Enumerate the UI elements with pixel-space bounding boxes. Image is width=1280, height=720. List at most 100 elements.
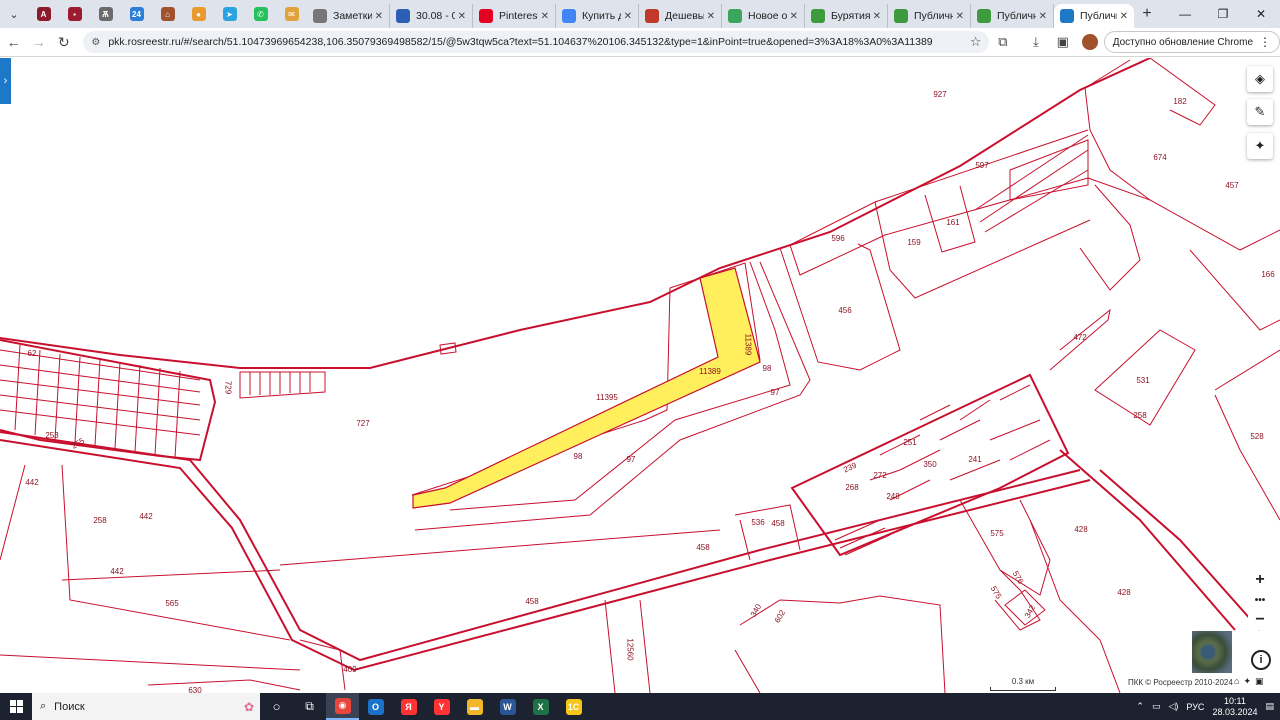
parcel-label: 428 — [1117, 588, 1131, 597]
taskbar-app[interactable]: W — [491, 693, 524, 720]
taskbar-app[interactable]: Я — [392, 693, 425, 720]
taskbar-app[interactable]: X — [524, 693, 557, 720]
taskbar-app[interactable]: ▬ — [458, 693, 491, 720]
cadastral-map[interactable]: 927 182 597 674 457 596 159 161 166 456 11389 11389… — [0, 58, 1280, 693]
close-window-icon[interactable]: ✕ — [1242, 0, 1280, 28]
browser-tab[interactable]: Новое об✕ — [722, 4, 805, 28]
pinned-tab[interactable]: ⌂ — [152, 0, 183, 28]
chrome-update-button[interactable]: Доступно обновление Chrome ⋮ — [1103, 31, 1280, 53]
parcel-label: 575 — [990, 529, 1004, 538]
minimize-icon[interactable]: — — [1166, 0, 1204, 28]
browser-tab[interactable]: Публична✕ — [1054, 4, 1134, 28]
browser-tab[interactable]: Бурятия р✕ — [805, 4, 888, 28]
close-tab-icon[interactable]: ✕ — [873, 11, 881, 22]
pinned-tab[interactable]: ✉ — [276, 0, 307, 28]
tab-strip: ⌄ A▪Ѫ24⌂ ● ➤ ✆ ✉ Заметки и✕30.08 - 06✕Pinter… — [0, 0, 1280, 28]
parcel-label: 11389 — [743, 333, 753, 356]
pinned-tab[interactable]: Ѫ — [90, 0, 121, 28]
browser-tab[interactable]: Pinterest ✕ — [473, 4, 556, 28]
download-icon[interactable]: ⤓ — [1022, 34, 1049, 50]
new-tab-button[interactable]: + — [1134, 5, 1160, 23]
pinned-tab[interactable]: ● — [183, 0, 214, 28]
pinned-tab[interactable]: ✆ — [245, 0, 276, 28]
bookmark-star-icon[interactable]: ☆ — [970, 34, 982, 50]
satellite-minimap[interactable] — [1191, 630, 1233, 674]
parcel-label: 268 — [845, 483, 859, 492]
taskbar-app[interactable]: Y — [425, 693, 458, 720]
task-view-button[interactable]: ⧉ — [293, 693, 326, 720]
layers-button[interactable]: ◈ — [1247, 66, 1273, 92]
close-tab-icon[interactable]: ✕ — [541, 11, 549, 22]
taskbar-app[interactable]: O — [359, 693, 392, 720]
explorer-icon: ▬ — [466, 698, 483, 715]
browser-tab[interactable]: Публична✕ — [971, 4, 1054, 28]
app-icon-orange-circle: ● — [191, 7, 206, 21]
cortana-button[interactable]: ○ — [260, 693, 293, 720]
start-button[interactable] — [0, 693, 32, 720]
panel-toggle-chevron-icon[interactable]: › — [0, 58, 11, 104]
zoom-in-button[interactable]: + — [1248, 570, 1272, 590]
restore-icon[interactable]: ❐ — [1204, 0, 1242, 28]
back-button[interactable]: ← — [2, 30, 25, 54]
parcel-label: 98 — [762, 364, 772, 373]
pinterest-icon — [479, 9, 493, 23]
telegram-icon: ➤ — [222, 7, 237, 21]
clock-date: 28.03.2024 — [1212, 706, 1258, 717]
browser-tab[interactable]: Купить до✕ — [556, 4, 639, 28]
locate-button[interactable]: ✦ — [1247, 133, 1273, 159]
site-info-icon[interactable]: ⚙ — [91, 37, 100, 48]
parcel-label: 458 — [771, 519, 785, 528]
volume-icon[interactable]: ◁) — [1168, 701, 1178, 712]
pin-icon[interactable]: ✦ — [1243, 676, 1251, 687]
parcel-label: 166 — [1261, 270, 1275, 279]
mail-icon: ✉ — [284, 7, 299, 21]
forward-button[interactable]: → — [27, 30, 50, 54]
profile-avatar[interactable] — [1082, 34, 1098, 50]
omnibox[interactable]: ⚙ pkk.rosreestr.ru/#/search/51.104739696… — [83, 31, 990, 53]
network-icon[interactable]: ▭ — [1152, 701, 1161, 712]
close-tab-icon[interactable]: ✕ — [458, 11, 466, 22]
parcel-label: 472 — [1073, 333, 1087, 342]
tray-chevron-icon[interactable]: ⌃ — [1136, 701, 1144, 712]
parcel-label: 161 — [946, 218, 960, 227]
pinned-tab[interactable]: 24 — [121, 0, 152, 28]
extensions-icon[interactable]: ⧉ — [989, 34, 1016, 50]
pinned-tab[interactable]: ▪ — [59, 0, 90, 28]
info-icon[interactable]: i — [1251, 650, 1271, 670]
close-tab-icon[interactable]: ✕ — [624, 11, 632, 22]
reload-button[interactable]: ↻ — [52, 30, 75, 54]
fullscreen-icon[interactable]: ▣ — [1255, 676, 1264, 687]
notifications-icon[interactable]: ▤ — [1265, 701, 1274, 712]
browser-tab[interactable]: Дешевые✕ — [639, 4, 722, 28]
zoom-out-button[interactable]: − — [1248, 610, 1272, 630]
measure-ruler-button[interactable]: ✎ — [1247, 99, 1273, 125]
browser-tab[interactable]: 30.08 - 06✕ — [390, 4, 473, 28]
more-dots-icon[interactable]: ••• — [1248, 590, 1272, 610]
close-tab-icon[interactable]: ✕ — [790, 11, 798, 22]
language-indicator[interactable]: РУС — [1186, 702, 1204, 712]
close-tab-icon[interactable]: ✕ — [375, 11, 383, 22]
side-panel-icon[interactable]: ▣ — [1049, 34, 1076, 50]
close-tab-icon[interactable]: ✕ — [1120, 11, 1128, 22]
close-tab-icon[interactable]: ✕ — [1039, 11, 1047, 22]
pinned-tab[interactable]: A — [28, 0, 59, 28]
close-tab-icon[interactable]: ✕ — [707, 11, 715, 22]
taskbar-app[interactable]: ◉ — [326, 693, 359, 720]
url-text[interactable]: pkk.rosreestr.ru/#/search/51.10473969654… — [108, 36, 969, 48]
clock[interactable]: 10:11 28.03.2024 — [1212, 696, 1257, 718]
browser-tab[interactable]: Публична✕ — [888, 4, 971, 28]
taskbar-search[interactable]: ⌕ Поиск ✿ — [32, 693, 260, 720]
tab-title: Бурятия р — [831, 10, 870, 22]
taskbar-app[interactable]: 1С — [557, 693, 590, 720]
parcel-label: 442 — [110, 567, 124, 576]
tab-search-chevron-icon[interactable]: ⌄ — [0, 0, 28, 28]
parcel-label: 12560 — [625, 638, 635, 661]
windows-logo-icon — [9, 700, 23, 713]
parcel-label: 11389 — [699, 367, 721, 376]
home-icon[interactable]: ⌂ — [1234, 676, 1239, 687]
map-canvas[interactable] — [0, 58, 1280, 693]
close-tab-icon[interactable]: ✕ — [956, 11, 964, 22]
pinned-tab[interactable]: ➤ — [214, 0, 245, 28]
browser-tab[interactable]: Заметки и✕ — [307, 4, 390, 28]
menu-dots-icon[interactable]: ⋮ — [1259, 35, 1271, 49]
